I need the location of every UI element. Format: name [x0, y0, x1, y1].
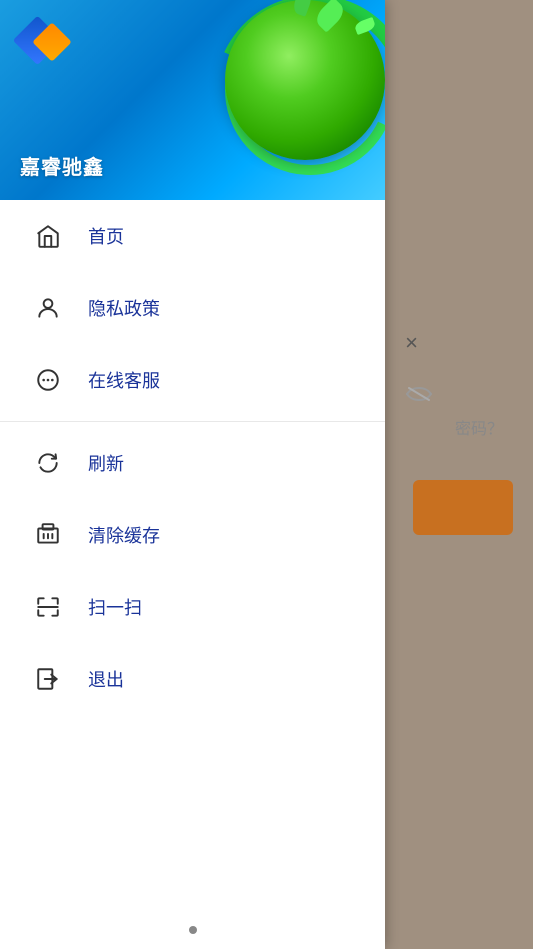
close-icon[interactable]: ×	[405, 330, 418, 356]
menu-label-clear-cache: 清除缓存	[88, 522, 160, 548]
chat-icon	[30, 362, 66, 398]
menu-label-logout: 退出	[88, 666, 124, 692]
navigation-drawer: 嘉睿驰鑫 首页	[0, 0, 385, 949]
menu-label-service: 在线客服	[88, 367, 160, 393]
eye-icon	[405, 380, 433, 411]
menu-label-refresh: 刷新	[88, 450, 124, 476]
menu-label-privacy: 隐私政策	[88, 295, 160, 321]
page-dot	[189, 926, 197, 934]
home-icon	[30, 218, 66, 254]
menu-item-privacy[interactable]: 隐私政策	[0, 272, 385, 344]
app-name: 嘉睿驰鑫	[20, 151, 104, 180]
globe-illustration	[195, 0, 385, 170]
menu-item-refresh[interactable]: 刷新	[0, 427, 385, 499]
menu-item-home[interactable]: 首页	[0, 200, 385, 272]
menu-label-scan: 扫一扫	[88, 594, 142, 620]
menu-item-service[interactable]: 在线客服	[0, 344, 385, 416]
right-panel-bg	[373, 0, 533, 949]
person-icon	[30, 290, 66, 326]
app-logo	[20, 20, 70, 70]
bottom-indicator	[0, 911, 385, 949]
scan-icon	[30, 589, 66, 625]
drawer-header: 嘉睿驰鑫	[0, 0, 385, 200]
cache-icon	[30, 517, 66, 553]
password-hint-text: 密码？	[455, 415, 503, 439]
menu-item-clear-cache[interactable]: 清除缓存	[0, 499, 385, 571]
menu-list: 首页 隐私政策 在线客服	[0, 200, 385, 911]
menu-label-home: 首页	[88, 223, 124, 249]
menu-divider	[0, 421, 385, 422]
right-panel-button[interactable]	[413, 480, 513, 535]
refresh-icon	[30, 445, 66, 481]
logout-icon	[30, 661, 66, 697]
menu-item-scan[interactable]: 扫一扫	[0, 571, 385, 643]
menu-item-logout[interactable]: 退出	[0, 643, 385, 715]
